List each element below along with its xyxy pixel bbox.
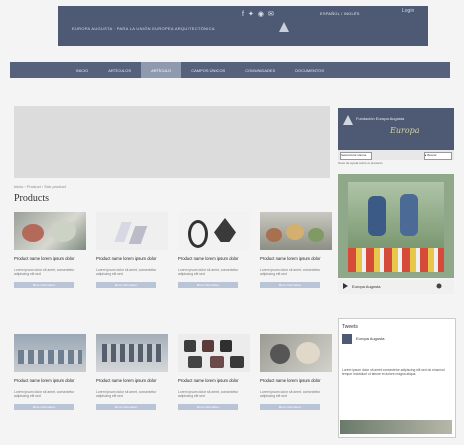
nav-item-comunidades[interactable]: COMUNIDADES [235, 62, 285, 78]
product-name[interactable]: Product name lorem ipsum dolor [260, 256, 332, 266]
product-image[interactable] [260, 334, 332, 372]
more-info-button[interactable]: More information [14, 404, 74, 410]
nav-item-inicio[interactable]: INICIO [66, 62, 98, 78]
main-nav: INICIO ARTÍCULOS ARTÍCULO CAMPOS ÚNICOS … [10, 62, 450, 78]
product-name[interactable]: Product name lorem ipsum dolor [178, 256, 250, 266]
nav-item-documentos[interactable]: DOCUMENTOS [285, 62, 334, 78]
more-info-button[interactable]: More information [178, 282, 238, 288]
product-image[interactable] [14, 212, 86, 250]
nav-item-campos[interactable]: CAMPOS ÚNICOS [181, 62, 235, 78]
sidebar-brand-title: Fundación Europa Augusta [356, 116, 405, 121]
mail-icon[interactable]: ✉ [268, 10, 274, 18]
language-select[interactable]: Seleccionar idioma [340, 152, 372, 160]
avatar[interactable] [342, 334, 352, 344]
product-card[interactable]: Product name lorem ipsum dolor Lorem ips… [260, 334, 332, 410]
twitter-icon[interactable]: ✦ [248, 10, 254, 18]
share-icon[interactable] [436, 283, 442, 289]
page-title: Products [14, 193, 49, 204]
widget-image[interactable] [340, 420, 452, 434]
more-info-button[interactable]: More information [178, 404, 238, 410]
product-image[interactable] [178, 334, 250, 372]
product-image[interactable] [178, 212, 250, 250]
logo-icon[interactable] [279, 22, 289, 32]
product-card[interactable]: Product name lorem ipsum dolor Lorem ips… [14, 334, 86, 410]
product-name[interactable]: Product name lorem ipsum dolor [96, 256, 168, 266]
product-name[interactable]: Product name lorem ipsum dolor [14, 378, 86, 388]
nav-item-articulos[interactable]: ARTÍCULOS [98, 62, 141, 78]
product-desc: Lorem ipsum dolor sit amet, consectetur … [178, 268, 239, 276]
product-desc: Lorem ipsum dolor sit amet, consectetur … [14, 268, 75, 276]
more-info-button[interactable]: More information [260, 404, 320, 410]
product-card[interactable]: Product name lorem ipsum dolor Lorem ips… [178, 334, 250, 410]
breadcrumb[interactable]: Inicio › Product › Sub product [14, 184, 66, 189]
product-card[interactable]: Product name lorem ipsum dolor Lorem ips… [178, 212, 250, 288]
product-name[interactable]: Product name lorem ipsum dolor [178, 378, 250, 388]
product-card[interactable]: Product name lorem ipsum dolor Lorem ips… [260, 212, 332, 288]
more-info-button[interactable]: More information [96, 282, 156, 288]
product-desc: Lorem ipsum dolor sit amet, consectetur … [96, 390, 157, 398]
widget-title: Tweets [342, 324, 358, 330]
widget-text: Lorem ipsum dolor sit amet consectetur a… [342, 368, 445, 376]
more-info-button[interactable]: More information [96, 404, 156, 410]
product-desc: Lorem ipsum dolor sit amet, consectetur … [260, 390, 321, 398]
product-image[interactable] [96, 212, 168, 250]
product-card[interactable]: Product name lorem ipsum dolor Lorem ips… [14, 212, 86, 288]
product-name[interactable]: Product name lorem ipsum dolor [14, 256, 86, 266]
sidebar-user[interactable]: Europa Augusta [352, 284, 380, 289]
login-link[interactable]: Login [402, 8, 444, 14]
product-card[interactable]: Product name lorem ipsum dolor Lorem ips… [96, 334, 168, 410]
product-image[interactable] [14, 334, 86, 372]
play-icon[interactable] [342, 283, 348, 289]
facebook-icon[interactable]: f [242, 11, 244, 18]
widget-user[interactable]: Europa Augusta [356, 336, 384, 341]
product-card[interactable]: Product name lorem ipsum dolor Lorem ips… [96, 212, 168, 288]
product-name[interactable]: Product name lorem ipsum dolor [96, 378, 168, 388]
rss-icon[interactable]: ◉ [258, 10, 264, 18]
brand-logo-icon [343, 115, 353, 125]
sidebar-photo[interactable] [338, 174, 454, 278]
site-tagline: EUROPA AUGUSTA · PARA LA UNIÓN EUROPEA A… [72, 26, 215, 31]
product-desc: Lorem ipsum dolor sit amet, consectetur … [96, 268, 157, 276]
nav-item-articulo[interactable]: ARTÍCULO [141, 62, 182, 78]
sidebar-brand-script: Europa [390, 126, 420, 135]
more-info-button[interactable]: More information [14, 282, 74, 288]
product-name[interactable]: Product name lorem ipsum dolor [260, 378, 332, 388]
more-info-button[interactable]: More information [260, 282, 320, 288]
product-image[interactable] [260, 212, 332, 250]
product-desc: Lorem ipsum dolor sit amet, consectetur … [260, 268, 321, 276]
hero-banner [14, 106, 330, 178]
product-desc: Lorem ipsum dolor sit amet, consectetur … [178, 390, 239, 398]
sidebar-note: Texto de ayuda sobre el producto [338, 161, 383, 165]
product-desc: Lorem ipsum dolor sit amet, consectetur … [14, 390, 75, 398]
product-image[interactable] [96, 334, 168, 372]
search-button[interactable]: ▸ Buscar [424, 152, 452, 160]
